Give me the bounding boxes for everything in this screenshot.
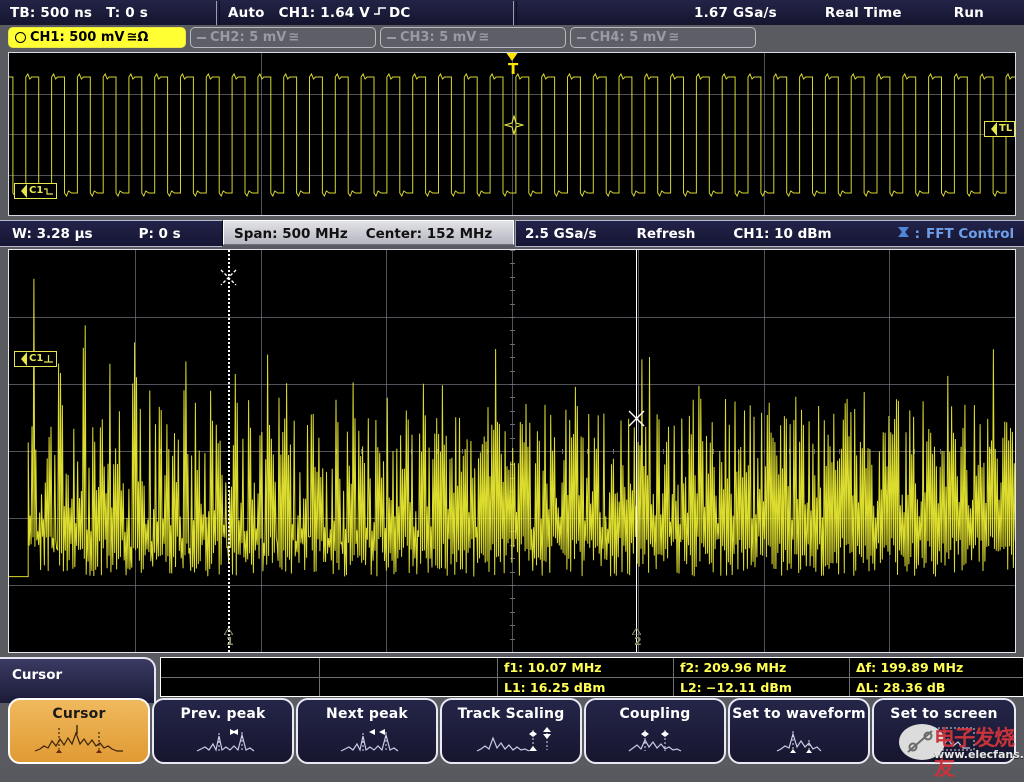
channel-tab-ch2[interactable]: CH2: 5 mV ≅ xyxy=(190,27,376,48)
fft-window-panel[interactable]: W: 3.28 µs P: 0 s xyxy=(0,220,223,247)
menu-button-track-scaling[interactable]: Track Scaling xyxy=(440,698,582,764)
topbar-divider-1 xyxy=(216,1,220,25)
fft-control-label[interactable]: FFT Control xyxy=(926,226,1014,242)
menu-button-coupling-label: Coupling xyxy=(619,706,690,722)
cursor-2-label: 2 xyxy=(634,635,642,648)
fft-center-value: Center: 152 MHz xyxy=(366,226,493,242)
top-status-bar: TB: 500 ns T: 0 s Auto CH1: 1.64 V DC 1.… xyxy=(0,0,1024,26)
channel-tab-ch1-label: CH1: 500 mV xyxy=(30,30,124,45)
cursor-2-line[interactable] xyxy=(636,250,637,652)
next-peak-icon xyxy=(319,724,415,758)
channel-off-dash-icon xyxy=(387,37,396,39)
menu-button-set-to-waveform-label: Set to waveform xyxy=(732,706,866,722)
menu-button-next-peak-label: Next peak xyxy=(326,706,408,722)
trigger-group[interactable]: Auto CH1: 1.64 V DC xyxy=(228,0,424,25)
menu-button-coupling[interactable]: Coupling xyxy=(584,698,726,764)
readout-f1: f1: 10.07 MHz xyxy=(498,658,673,677)
sample-rate-value: 1.67 GSa/s xyxy=(694,5,777,21)
cursor-1-marker-icon[interactable] xyxy=(220,269,237,286)
fft-control-separator: : xyxy=(915,226,920,242)
fft-display[interactable]: C1 1 2 xyxy=(8,249,1016,653)
channel-tab-ch2-suffix: ≅ xyxy=(288,30,299,45)
ch1-ground-marker-label: C1 xyxy=(29,185,43,197)
fft-acquisition-panel[interactable]: 2.5 GSa/s Refresh CH1: 10 dBm : FFT Cont… xyxy=(515,220,1024,247)
fft-spectrum-trace xyxy=(9,250,1015,652)
trigger-coupling-value: DC xyxy=(389,5,411,21)
fft-reference-level: CH1: 10 dBm xyxy=(733,226,831,242)
reference-level-icon xyxy=(43,354,54,365)
time-domain-display[interactable]: C1 TL T xyxy=(8,52,1016,216)
fft-position: P: 0 s xyxy=(139,226,181,242)
menu-button-next-peak[interactable]: Next peak xyxy=(296,698,438,764)
trigger-level-marker[interactable]: TL xyxy=(984,121,1015,137)
acquisition-mode-value: Real Time xyxy=(825,5,902,21)
coupling-icon xyxy=(607,724,703,758)
fft-status-bar: W: 3.28 µs P: 0 s Span: 500 MHz Center: … xyxy=(0,220,1024,245)
readout-l1: L1: 16.25 dBm xyxy=(498,678,673,697)
timebase-group[interactable]: TB: 500 ns T: 0 s xyxy=(10,0,162,25)
fft-sample-rate: 2.5 GSa/s xyxy=(525,226,597,242)
channel-tab-ch3-label: CH3: 5 mV xyxy=(400,30,476,45)
fft-span-center-panel[interactable]: Span: 500 MHz Center: 152 MHz xyxy=(223,220,514,245)
acquisition-group[interactable]: 1.67 GSa/s Real Time Run xyxy=(694,0,998,25)
channel-tab-ch1[interactable]: CH1: 500 mV ≅Ω xyxy=(8,27,186,48)
channel-off-dash-icon xyxy=(197,37,206,39)
cursor-1-label: 1 xyxy=(226,635,234,648)
menu-button-set-to-screen-label: Set to screen xyxy=(890,706,997,722)
ch1-ground-marker[interactable]: C1 xyxy=(14,183,57,199)
channel-on-dot-icon xyxy=(15,32,26,43)
cursor-menu-tab-label: Cursor xyxy=(12,667,62,683)
channel-tab-ch4-label: CH4: 5 mV xyxy=(590,30,666,45)
topbar-divider-2 xyxy=(513,1,517,25)
reference-point-diamond-icon[interactable] xyxy=(504,115,524,135)
trigger-letter: T xyxy=(508,62,518,77)
timebase-value: TB: 500 ns xyxy=(10,5,92,21)
set-to-screen-icon xyxy=(896,724,992,758)
trigger-source-value: CH1: 1.64 V xyxy=(279,5,370,21)
fft-ch1-marker-label: C1 xyxy=(29,353,43,365)
channel-off-dash-icon xyxy=(577,37,586,39)
readout-delta-f: Δf: 199.89 MHz xyxy=(850,658,1023,677)
prev-peak-icon xyxy=(175,724,271,758)
cursor-1-line[interactable] xyxy=(228,250,230,652)
channel-tab-ch4-suffix: ≅ xyxy=(668,30,679,45)
fft-span-value: Span: 500 MHz xyxy=(234,226,348,242)
readout-col-divider-1 xyxy=(319,658,320,696)
readout-delta-l: ΔL: 28.36 dB xyxy=(850,678,1023,697)
run-state-value: Run xyxy=(954,5,984,21)
rising-edge-dc-icon xyxy=(373,5,387,21)
cursor-spectrum-icon xyxy=(31,724,127,758)
fft-ch1-reference-marker[interactable]: C1 xyxy=(14,351,57,367)
menu-button-set-to-screen[interactable]: Set to screen xyxy=(872,698,1016,764)
cursor-readout-table: f1: 10.07 MHz f2: 209.96 MHz Δf: 199.89 … xyxy=(160,657,1024,697)
menu-button-cursor[interactable]: Cursor xyxy=(8,698,150,764)
cursor-1-handle-icon[interactable] xyxy=(224,628,233,635)
channel-tab-row: CH1: 500 mV ≅Ω CH2: 5 mV ≅ CH3: 5 mV ≅ C… xyxy=(0,25,1024,50)
channel-tab-ch4[interactable]: CH4: 5 mV ≅ xyxy=(570,27,756,48)
ground-level-icon xyxy=(43,186,54,197)
track-scaling-icon xyxy=(463,724,559,758)
menu-button-cursor-label: Cursor xyxy=(52,706,105,722)
trigger-level-marker-label: TL xyxy=(999,123,1012,135)
fft-antenna-icon xyxy=(896,224,911,243)
oscilloscope-screen: TB: 500 ns T: 0 s Auto CH1: 1.64 V DC 1.… xyxy=(0,0,1024,768)
channel-tab-ch1-suffix: ≅Ω xyxy=(126,30,148,45)
trigger-position-value: T: 0 s xyxy=(106,5,148,21)
fft-refresh-state: Refresh xyxy=(637,226,696,242)
menu-button-prev-peak[interactable]: Prev. peak xyxy=(152,698,294,764)
channel-tab-ch2-label: CH2: 5 mV xyxy=(210,30,286,45)
readout-l2: L2: −12.11 dBm xyxy=(674,678,849,697)
cursor-2-marker-icon[interactable] xyxy=(628,410,645,427)
trigger-mode-value: Auto xyxy=(228,5,265,21)
readout-f2: f2: 209.96 MHz xyxy=(674,658,849,677)
channel-tab-ch3[interactable]: CH3: 5 mV ≅ xyxy=(380,27,566,48)
menu-button-track-scaling-label: Track Scaling xyxy=(458,706,565,722)
cursor-2-handle-icon[interactable] xyxy=(632,628,641,635)
channel-tab-ch3-suffix: ≅ xyxy=(478,30,489,45)
fft-window-length: W: 3.28 µs xyxy=(12,226,93,242)
menu-button-set-to-waveform[interactable]: Set to waveform xyxy=(728,698,870,764)
menu-button-prev-peak-label: Prev. peak xyxy=(180,706,265,722)
cursor-menu-tab[interactable]: Cursor xyxy=(0,657,156,703)
set-to-waveform-icon xyxy=(751,724,847,758)
